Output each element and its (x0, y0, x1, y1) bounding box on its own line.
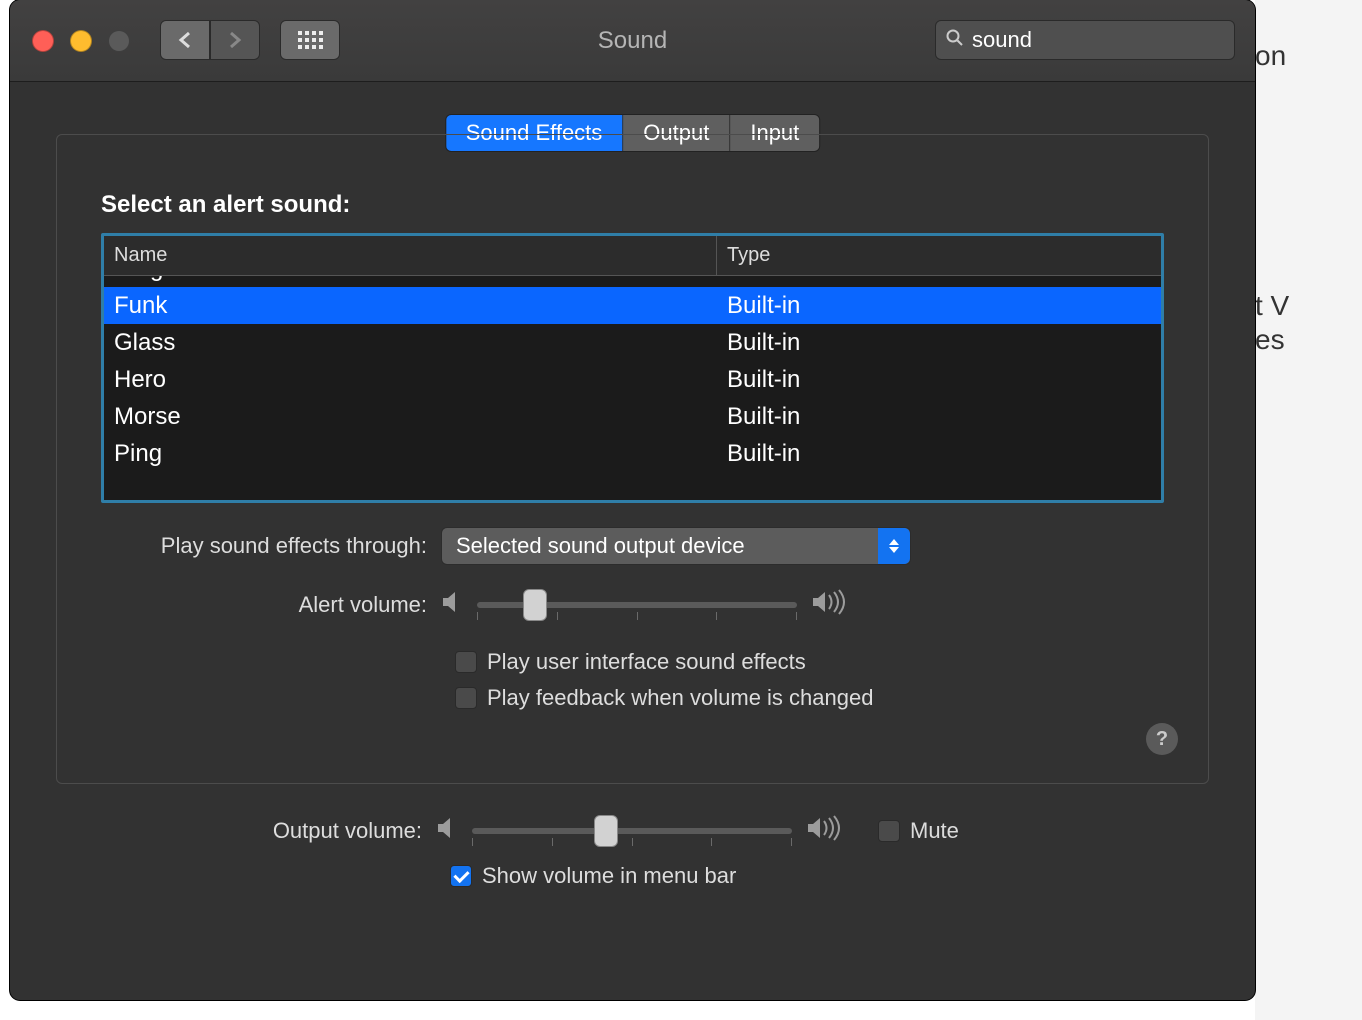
show-volume-menubar-row: Show volume in menu bar (450, 863, 1209, 889)
speaker-high-icon (806, 815, 844, 847)
play-feedback-checkbox[interactable] (455, 687, 477, 709)
play-through-value: Selected sound output device (456, 533, 745, 559)
play-ui-sounds-label: Play user interface sound effects (487, 649, 806, 675)
close-window-button[interactable] (32, 30, 54, 52)
mute-label: Mute (910, 818, 959, 844)
minimize-window-button[interactable] (70, 30, 92, 52)
alert-sound-label: Select an alert sound: (101, 191, 1164, 219)
background-app-fragment: on t V es (1255, 0, 1362, 1020)
mute-checkbox[interactable] (878, 820, 900, 842)
select-stepper-icon (878, 528, 910, 564)
play-feedback-row: Play feedback when volume is changed (455, 685, 1164, 711)
search-icon (946, 29, 964, 52)
table-row[interactable]: FrogBuilt-in (104, 276, 1161, 287)
table-header: Name Type (104, 236, 1161, 276)
play-ui-sounds-row: Play user interface sound effects (455, 649, 1164, 675)
table-body-scroll[interactable]: FrogBuilt-inFunkBuilt-inGlassBuilt-inHer… (104, 276, 1161, 502)
grid-icon (298, 31, 323, 49)
cell-type: Built-in (717, 329, 1161, 357)
window-controls (32, 30, 130, 52)
sound-effects-panel: Select an alert sound: Name Type FrogBui… (56, 134, 1209, 784)
cell-type: Built-in (717, 292, 1161, 320)
nav-buttons (160, 20, 260, 60)
cell-type: Built-in (717, 366, 1161, 394)
search-input[interactable] (972, 27, 1255, 53)
show-volume-menubar-checkbox[interactable] (450, 865, 472, 887)
titlebar: Sound (10, 0, 1255, 82)
cell-name: Glass (104, 329, 717, 357)
cell-type: Built-in (717, 403, 1161, 431)
speaker-low-icon (436, 816, 458, 846)
play-feedback-label: Play feedback when volume is changed (487, 685, 873, 711)
table-row[interactable]: PingBuilt-in (104, 435, 1161, 472)
alert-volume-row: Alert volume: (101, 589, 1164, 621)
zoom-window-button[interactable] (108, 30, 130, 52)
table-row[interactable]: GlassBuilt-in (104, 324, 1161, 361)
mute-row: Mute (878, 818, 959, 844)
forward-button[interactable] (210, 20, 260, 60)
back-button[interactable] (160, 20, 210, 60)
search-field[interactable] (935, 20, 1235, 60)
speaker-high-icon (811, 589, 849, 621)
table-row[interactable]: MorseBuilt-in (104, 398, 1161, 435)
alert-sound-table[interactable]: Name Type FrogBuilt-inFunkBuilt-inGlassB… (101, 233, 1164, 503)
cell-name: Frog (104, 276, 717, 283)
play-through-label: Play sound effects through: (101, 533, 441, 559)
cell-name: Ping (104, 440, 717, 468)
alert-volume-label: Alert volume: (101, 592, 441, 618)
play-through-row: Play sound effects through: Selected sou… (101, 527, 1164, 565)
column-name[interactable]: Name (104, 236, 717, 275)
cell-name: Funk (104, 292, 717, 320)
alert-volume-slider[interactable] (477, 590, 797, 620)
output-volume-section: Output volume: Mute (56, 805, 1209, 889)
play-ui-sounds-checkbox[interactable] (455, 651, 477, 673)
output-volume-label: Output volume: (56, 818, 436, 844)
play-through-select[interactable]: Selected sound output device (441, 527, 911, 565)
speaker-low-icon (441, 590, 463, 620)
column-type[interactable]: Type (717, 236, 1161, 275)
help-button[interactable]: ? (1146, 723, 1178, 755)
show-all-button[interactable] (280, 20, 340, 60)
cell-type: Built-in (717, 276, 1161, 283)
output-volume-slider[interactable] (472, 816, 792, 846)
table-row[interactable]: HeroBuilt-in (104, 361, 1161, 398)
sound-preferences-window: Sound Sound Effects Output Input Select … (10, 0, 1255, 1000)
cell-name: Morse (104, 403, 717, 431)
window-title: Sound (598, 27, 667, 55)
show-volume-menubar-label: Show volume in menu bar (482, 863, 736, 889)
output-volume-row: Output volume: Mute (56, 815, 1209, 847)
cell-name: Hero (104, 366, 717, 394)
cell-type: Built-in (717, 440, 1161, 468)
table-row[interactable]: FunkBuilt-in (104, 287, 1161, 324)
